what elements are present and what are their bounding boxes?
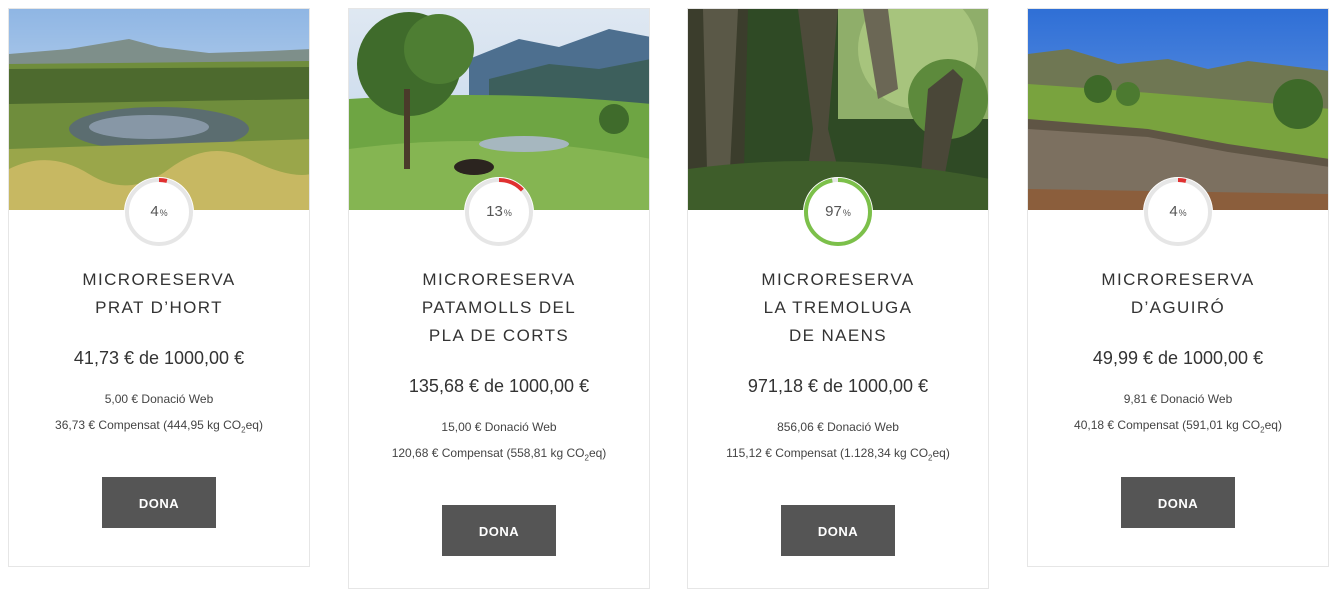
raised-amount: 971,18 € de 1000,00 € (747, 376, 929, 396)
progress-percent: 13% (486, 203, 512, 220)
compensated-amount: 115,12 € Compensat (1.128,34 kg CO2eq) (726, 446, 950, 463)
raised-amount: 49,99 € de 1000,00 € (1092, 348, 1264, 368)
donate-button[interactable]: DONA (1121, 477, 1235, 529)
compensated-amount: 40,18 € Compensat (591,01 kg CO2eq) (1074, 418, 1282, 435)
raised-amount: 135,68 € de 1000,00 € (408, 376, 590, 396)
donate-button[interactable]: DONA (442, 505, 556, 557)
compensated-amount: 120,68 € Compensat (558,81 kg CO2eq) (391, 446, 607, 463)
raised-amount: 41,73 € de 1000,00 € (73, 348, 245, 368)
progress-ring: 97% (803, 177, 873, 247)
project-card: 97% MICRORESERVA LA TREMOLUGA DE NAENS 9… (687, 8, 989, 589)
project-card: 4% MICRORESERVA D’AGUIRÓ 49,99 € de 1000… (1027, 8, 1329, 567)
compensated-amount: 36,73 € Compensat (444,95 kg CO2eq) (55, 418, 263, 435)
project-cards: 4% MICRORESERVA PRAT D’HORT 41,73 € de 1… (0, 0, 1336, 589)
web-donation: 5,00 € Donació Web (104, 392, 214, 406)
donate-button[interactable]: DONA (102, 477, 216, 529)
project-title: MICRORESERVA PRAT D’HORT (82, 270, 236, 317)
progress-ring: 13% (464, 177, 534, 247)
progress-percent: 4% (1169, 203, 1187, 220)
project-title: MICRORESERVA LA TREMOLUGA DE NAENS (761, 270, 915, 345)
web-donation: 15,00 € Donació Web (441, 420, 557, 434)
project-title: MICRORESERVA D’AGUIRÓ (1101, 270, 1255, 317)
donate-button[interactable]: DONA (781, 505, 895, 557)
web-donation: 9,81 € Donació Web (1123, 392, 1233, 406)
progress-percent: 4% (150, 203, 168, 220)
project-card: 4% MICRORESERVA PRAT D’HORT 41,73 € de 1… (8, 8, 310, 567)
web-donation: 856,06 € Donació Web (777, 420, 899, 434)
progress-ring: 4% (1143, 177, 1213, 247)
project-card: 13% MICRORESERVA PATAMOLLS DEL PLA DE CO… (348, 8, 650, 589)
progress-percent: 97% (825, 203, 851, 220)
project-title: MICRORESERVA PATAMOLLS DEL PLA DE CORTS (421, 270, 577, 345)
progress-ring: 4% (124, 177, 194, 247)
